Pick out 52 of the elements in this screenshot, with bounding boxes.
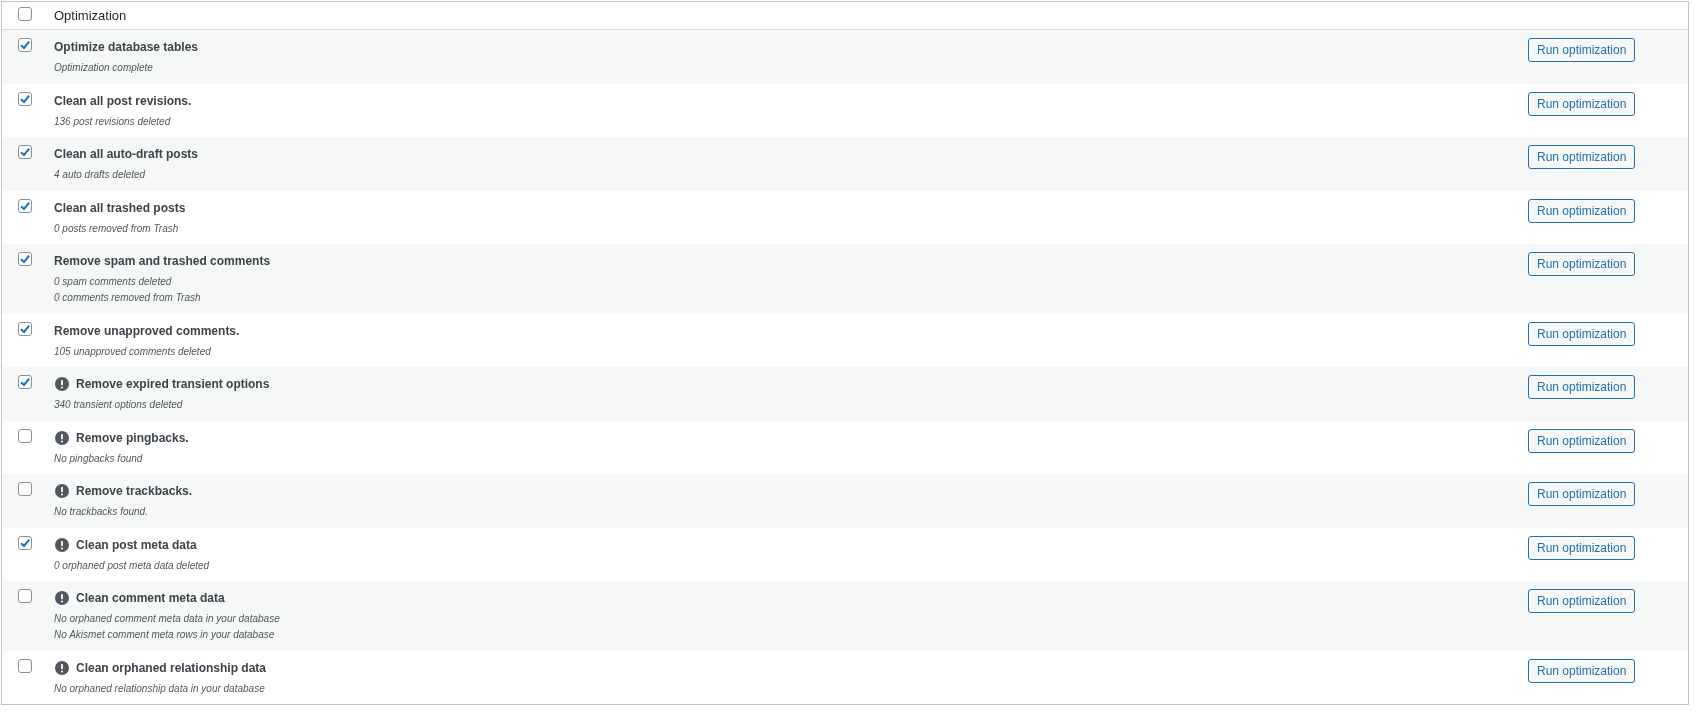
task-title: Clean orphaned relationship data <box>76 659 267 677</box>
task-title: Clean all auto-draft posts <box>54 146 199 163</box>
task-title: Remove pingbacks. <box>76 429 189 447</box>
result-text: Optimization complete <box>54 61 153 75</box>
task-title: Remove spam and trashed comments <box>54 253 271 270</box>
run-optimization-button[interactable]: Run optimization <box>1528 38 1636 62</box>
run-optimization-button[interactable]: Run optimization <box>1528 375 1636 399</box>
result-text: No Akismet comment meta rows in your database <box>54 628 275 642</box>
row-checkbox[interactable] <box>18 428 32 443</box>
result-text: 4 auto drafts deleted <box>54 168 146 182</box>
task-title: Optimize database tables <box>54 39 199 56</box>
run-optimization-button[interactable]: Run optimization <box>1528 198 1636 223</box>
row-checkbox[interactable] <box>18 198 32 213</box>
row-checkbox[interactable] <box>18 589 32 603</box>
result-text: No pingbacks found <box>54 451 143 466</box>
run-optimization-button[interactable]: Run optimization <box>1528 91 1636 116</box>
row-checkbox[interactable] <box>18 252 32 266</box>
run-optimization-button[interactable]: Run optimization <box>1528 428 1636 453</box>
result-text: No orphaned comment meta data in your database <box>54 612 280 626</box>
run-optimization-button[interactable]: Run optimization <box>1528 321 1636 346</box>
run-optimization-button[interactable]: Run optimization <box>1528 252 1636 276</box>
result-text: 340 transient options deleted <box>54 398 183 412</box>
task-title: Clean all trashed posts <box>54 199 186 217</box>
task-title: Clean post meta data <box>76 536 197 554</box>
task-title: Clean all post revisions. <box>54 92 192 110</box>
task-title: Remove trackbacks. <box>76 483 193 500</box>
row-checkbox[interactable] <box>18 91 32 106</box>
row-checkbox[interactable] <box>18 321 32 336</box>
result-text: No orphaned relationship data in your database <box>54 681 265 696</box>
result-text: 0 orphaned post meta data deleted <box>54 558 210 573</box>
task-title: Remove expired transient options <box>76 376 270 393</box>
row-checkbox[interactable] <box>18 145 32 159</box>
row-checkbox[interactable] <box>18 482 32 496</box>
result-text: 136 post revisions deleted <box>54 114 171 129</box>
row-checkbox[interactable] <box>18 38 32 52</box>
result-text: 0 posts removed from Trash <box>54 221 179 236</box>
result-text: 0 comments removed from Trash <box>54 291 201 305</box>
result-text: 105 unapproved comments deleted <box>54 344 211 359</box>
result-text: No trackbacks found. <box>54 505 148 519</box>
run-optimization-button[interactable]: Run optimization <box>1528 145 1636 169</box>
run-optimization-button[interactable]: Run optimization <box>1528 658 1636 683</box>
run-optimization-button[interactable]: Run optimization <box>1528 535 1636 560</box>
row-checkbox[interactable] <box>18 375 32 389</box>
run-optimization-button[interactable]: Run optimization <box>1528 589 1636 613</box>
row-checkbox[interactable] <box>18 658 32 673</box>
row-checkbox[interactable] <box>18 535 32 550</box>
column-header: Optimization <box>54 8 127 24</box>
task-title: Clean comment meta data <box>76 590 225 607</box>
select-all-checkbox[interactable] <box>18 7 32 21</box>
result-text: 0 spam comments deleted <box>54 275 172 289</box>
task-title: Remove unapproved comments. <box>54 322 240 340</box>
run-optimization-button[interactable]: Run optimization <box>1528 482 1636 506</box>
